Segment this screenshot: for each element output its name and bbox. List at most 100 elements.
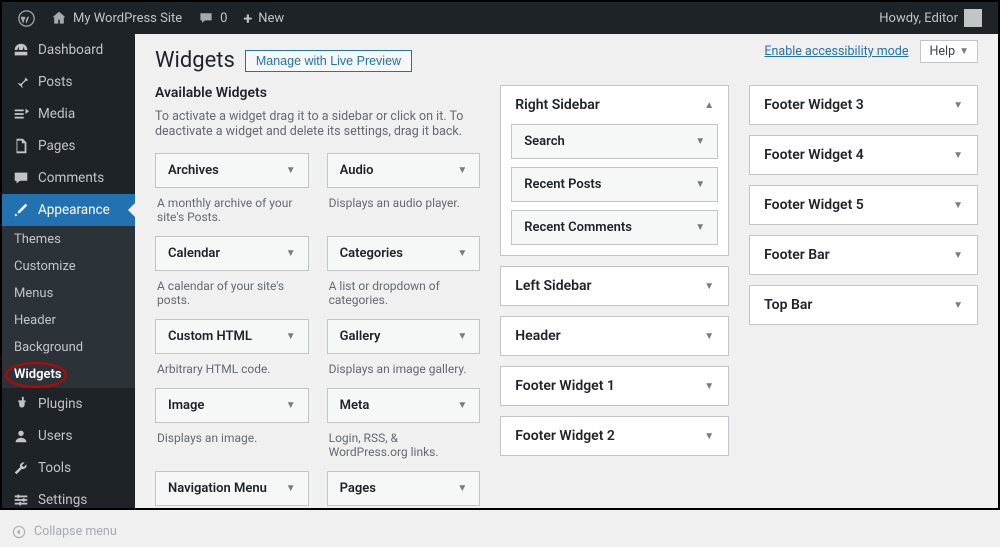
widget-area-footer widget 5: Footer Widget 5▼ <box>749 185 978 225</box>
content-area: Enable accessibility mode Help ▼ Widgets… <box>135 34 998 508</box>
submenu-themes[interactable]: Themes <box>2 226 135 253</box>
menu-item-tools[interactable]: Tools <box>2 452 135 484</box>
live-preview-button[interactable]: Manage with Live Preview <box>245 50 412 72</box>
submenu-customize[interactable]: Customize <box>2 253 135 280</box>
area-toggle[interactable]: Right Sidebar▲ <box>501 86 728 124</box>
howdy-text: Howdy, Editor <box>879 11 958 26</box>
widget-handle-archives[interactable]: Archives▼ <box>155 153 309 188</box>
site-title: My WordPress Site <box>73 11 182 26</box>
area-toggle[interactable]: Footer Bar▼ <box>750 236 977 274</box>
submenu-header[interactable]: Header <box>2 307 135 334</box>
area-toggle[interactable]: Footer Widget 2▼ <box>501 417 728 455</box>
area-toggle[interactable]: Top Bar▼ <box>750 286 977 324</box>
area-toggle[interactable]: Left Sidebar▼ <box>501 267 728 305</box>
available-widget: Pages▼A list of your site's Pages. <box>327 471 481 508</box>
widget-handle-navigation menu[interactable]: Navigation Menu▼ <box>155 471 309 506</box>
area-toggle[interactable]: Footer Widget 5▼ <box>750 186 977 224</box>
placed-widget-recent comments[interactable]: Recent Comments ▼ <box>511 210 718 245</box>
howdy-account[interactable]: Howdy, Editor <box>871 2 990 34</box>
comments-link[interactable]: 0 <box>190 2 235 34</box>
chevron-down-icon: ▼ <box>457 331 467 342</box>
site-home[interactable]: My WordPress Site <box>43 2 190 34</box>
chevron-down-icon: ▼ <box>695 222 705 233</box>
widget-handle-custom html[interactable]: Custom HTML▼ <box>155 319 309 354</box>
area-toggle[interactable]: Footer Widget 1▼ <box>501 367 728 405</box>
widget-handle-image[interactable]: Image ▼ <box>155 388 309 423</box>
chevron-down-icon: ▼ <box>695 136 705 147</box>
help-label: Help <box>929 44 955 59</box>
widget-description: A monthly archive of your site's Posts. <box>155 188 309 224</box>
widget-area-footer bar: Footer Bar▼ <box>749 235 978 275</box>
wp-logo[interactable] <box>10 2 43 34</box>
available-help: To activate a widget drag it to a sideba… <box>155 109 480 139</box>
user-icon <box>12 427 30 445</box>
menu-item-appearance[interactable]: Appearance <box>2 194 135 226</box>
area-toggle[interactable]: Header▼ <box>501 317 728 355</box>
chevron-down-icon: ▼ <box>286 483 296 494</box>
menu-item-settings[interactable]: Settings <box>2 484 135 516</box>
plus-icon: + <box>243 9 252 28</box>
widget-name: Archives <box>168 163 219 178</box>
available-widget: Image▼Displays an image. <box>155 388 309 459</box>
accessibility-mode-link[interactable]: Enable accessibility mode <box>764 44 908 59</box>
submenu-background[interactable]: Background <box>2 334 135 361</box>
tools-icon <box>12 459 30 477</box>
chevron-down-icon: ▼ <box>704 281 714 292</box>
comment-icon <box>198 10 214 26</box>
submenu-menus[interactable]: Menus <box>2 280 135 307</box>
settings-icon <box>12 491 30 509</box>
menu-item-pages[interactable]: Pages <box>2 130 135 162</box>
area-name: Footer Widget 2 <box>515 428 615 444</box>
area-toggle[interactable]: Footer Widget 3▼ <box>750 86 977 124</box>
widget-handle-audio[interactable]: Audio▼ <box>327 153 481 188</box>
available-widget: Calendar▼A calendar of your site's posts… <box>155 236 309 307</box>
widget-handle-meta[interactable]: Meta▼ <box>327 388 481 423</box>
chevron-down-icon: ▼ <box>457 400 467 411</box>
widget-name: Pages <box>340 481 376 496</box>
widget-area-header: Header▼ <box>500 316 729 356</box>
available-widgets-column: Available Widgets To activate a widget d… <box>155 85 480 508</box>
menu-item-plugins[interactable]: Plugins <box>2 388 135 420</box>
widget-description: Arbitrary HTML code. <box>155 354 309 376</box>
menu-label: Tools <box>38 460 71 476</box>
placed-widget-search[interactable]: Search▼ <box>511 124 718 159</box>
widget-handle-calendar[interactable]: Calendar▼ <box>155 236 309 271</box>
submenu-widgets[interactable]: Widgets <box>2 361 135 388</box>
menu-item-comments[interactable]: Comments <box>2 162 135 194</box>
menu-label: Appearance <box>38 202 110 218</box>
widget-area-left sidebar: Left Sidebar▼ <box>500 266 729 306</box>
menu-label: Users <box>38 428 72 444</box>
widget-area-footer widget 1: Footer Widget 1▼ <box>500 366 729 406</box>
chevron-down-icon: ▼ <box>286 400 296 411</box>
area-name: Footer Widget 3 <box>764 97 864 113</box>
menu-item-users[interactable]: Users <box>2 420 135 452</box>
widget-areas-column-1: Right Sidebar▲Search▼ Recent Posts▼ Recent… <box>500 85 729 508</box>
widget-area-footer widget 4: Footer Widget 4▼ <box>749 135 978 175</box>
widget-name: Image <box>168 398 204 413</box>
area-name: Footer Widget 4 <box>764 147 864 163</box>
widget-description: Login, RSS, & WordPress.org links. <box>327 423 481 459</box>
widget-name: Audio <box>340 163 374 178</box>
menu-item-posts[interactable]: Posts <box>2 66 135 98</box>
widget-description: Displays an audio player. <box>327 188 481 210</box>
help-button[interactable]: Help ▼ <box>920 40 978 63</box>
media-icon <box>12 105 30 123</box>
widget-handle-pages[interactable]: Pages▼ <box>327 471 481 506</box>
area-toggle[interactable]: Footer Widget 4▼ <box>750 136 977 174</box>
collapse-icon <box>12 525 26 539</box>
widget-name: Recent Comments <box>524 220 632 235</box>
collapse-menu[interactable]: Collapse menu <box>2 516 135 547</box>
new-content[interactable]: + New <box>235 2 292 34</box>
menu-item-dashboard[interactable]: Dashboard <box>2 34 135 66</box>
area-name: Footer Widget 1 <box>515 378 615 394</box>
collapse-label: Collapse menu <box>34 524 117 539</box>
widget-handle-gallery[interactable]: Gallery ▼ <box>327 319 481 354</box>
widget-handle-categories[interactable]: Categories▼ <box>327 236 481 271</box>
menu-item-media[interactable]: Media <box>2 98 135 130</box>
placed-widget-recent posts[interactable]: Recent Posts▼ <box>511 167 718 202</box>
area-name: Header <box>515 328 560 344</box>
chevron-down-icon: ▼ <box>959 46 969 57</box>
widget-name: Gallery <box>340 329 381 344</box>
menu-label: Posts <box>38 74 72 90</box>
chevron-down-icon: ▼ <box>695 179 705 190</box>
